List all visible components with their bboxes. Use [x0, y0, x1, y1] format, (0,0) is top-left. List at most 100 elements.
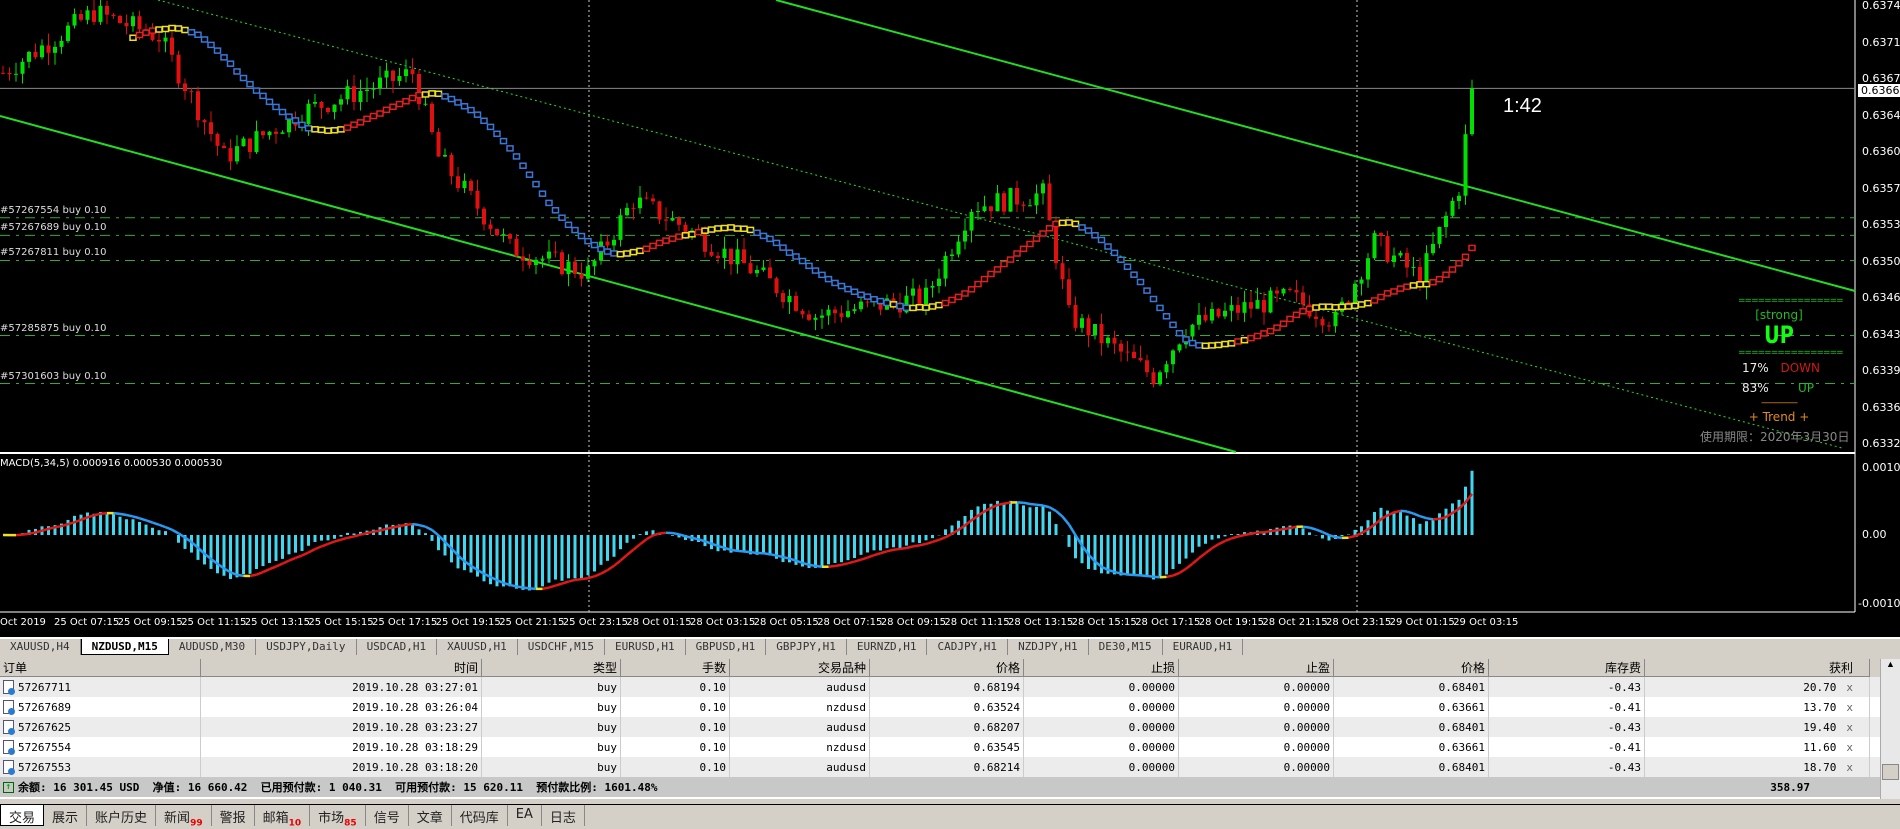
- ma-marker: [460, 103, 469, 110]
- chart-tab[interactable]: DE30,M15: [1089, 639, 1163, 655]
- candle: [397, 67, 402, 86]
- candle: [670, 211, 675, 222]
- terminal-tab[interactable]: 日志: [542, 805, 585, 826]
- column-header[interactable]: 手数: [621, 659, 730, 677]
- column-header[interactable]: 时间: [201, 659, 482, 677]
- column-header[interactable]: 获利: [1645, 659, 1870, 677]
- candle: [729, 248, 733, 275]
- ma-marker: [1318, 303, 1327, 310]
- chart-tab[interactable]: GBPJPY,H1: [766, 639, 847, 655]
- macd-signal-segment: [873, 552, 881, 557]
- candle: [417, 69, 421, 110]
- column-header[interactable]: 类型: [482, 659, 621, 677]
- chart-tab[interactable]: USDCAD,H1: [357, 639, 438, 655]
- chart-tab[interactable]: EURUSD,H1: [605, 639, 686, 655]
- table-row[interactable]: 57267625 2019.10.28 03:23:27 buy 0.10 audusd…: [0, 717, 1900, 737]
- trend-label: + Trend +: [1748, 410, 1810, 424]
- candle: [254, 120, 259, 154]
- close-order-icon[interactable]: x: [1846, 681, 1853, 694]
- ma-marker: [129, 34, 137, 42]
- chart-canvas[interactable]: [0, 0, 1900, 637]
- column-header[interactable]: 订单: [0, 659, 201, 677]
- column-header[interactable]: 止盈: [1179, 659, 1334, 677]
- terminal-tab[interactable]: EA: [508, 805, 542, 826]
- candle: [820, 309, 824, 329]
- candle: [1093, 323, 1097, 340]
- column-header[interactable]: 交易品种: [730, 659, 870, 677]
- channel-lower-line[interactable]: [0, 115, 1237, 453]
- macd-signal-segment: [522, 586, 530, 590]
- chart-tab[interactable]: NZDJPY,H1: [1008, 639, 1089, 655]
- table-scrollbar[interactable]: ▲: [1880, 659, 1900, 799]
- candle: [157, 30, 161, 53]
- macd-signal-segment: [412, 522, 420, 527]
- terminal-tab[interactable]: 交易: [0, 805, 45, 826]
- ma-marker: [363, 115, 371, 123]
- macd-signal-segment: [165, 525, 173, 531]
- ma-marker: [636, 247, 644, 255]
- table-row[interactable]: 57267689 2019.10.28 03:26:04 buy 0.10 nzdusd…: [0, 697, 1900, 717]
- macd-signal-segment: [542, 586, 550, 591]
- ma-marker: [948, 296, 956, 304]
- macd-signal-segment: [1178, 567, 1187, 574]
- chart-tab[interactable]: USDCHF,M15: [518, 639, 606, 655]
- tab-label: 市场: [318, 811, 345, 826]
- terminal-tab[interactable]: 市场85: [310, 805, 366, 829]
- table-row[interactable]: 57267711 2019.10.28 03:27:01 buy 0.10 audusd…: [0, 677, 1900, 697]
- chart-tab[interactable]: CADJPY,H1: [927, 639, 1009, 655]
- ma-marker: [584, 237, 592, 245]
- terminal-tab[interactable]: 文章: [409, 805, 452, 826]
- macd-signal-segment: [516, 585, 524, 589]
- chart-tab[interactable]: GBPUSD,H1: [686, 639, 767, 655]
- macd-signal-segment: [854, 558, 862, 563]
- channel-upper-line[interactable]: [775, 0, 1856, 292]
- candle: [969, 208, 974, 243]
- candle: [105, 0, 109, 25]
- column-header[interactable]: 止损: [1024, 659, 1179, 677]
- column-header[interactable]: 库存费: [1489, 659, 1645, 677]
- terminal-tab[interactable]: 信号: [366, 805, 409, 826]
- ma-marker: [798, 257, 807, 265]
- ma-marker: [330, 127, 339, 134]
- order-line-label: #57267554 buy 0.10: [0, 204, 107, 216]
- macd-signal-segment: [1289, 525, 1297, 530]
- terminal-tab[interactable]: 账户历史: [87, 805, 157, 826]
- terminal-tab[interactable]: 代码库: [452, 805, 508, 826]
- table-cell: 0.10: [621, 677, 730, 697]
- ma-marker: [1409, 282, 1418, 289]
- table-row[interactable]: 57267554 2019.10.28 03:18:29 buy 0.10 nzdusd…: [0, 737, 1900, 757]
- candle: [40, 39, 44, 60]
- table-row[interactable]: 57267553 2019.10.28 03:18:20 buy 0.10 audusd…: [0, 757, 1900, 777]
- cell-value: 0.00000: [1128, 720, 1175, 734]
- column-header[interactable]: 价格: [870, 659, 1024, 677]
- chart-tab[interactable]: AUDUSD,M30: [169, 639, 257, 655]
- price-chart[interactable]: 0.637450.637100.636750.636400.636050.635…: [0, 0, 1900, 637]
- ma-marker: [168, 24, 176, 32]
- terminal-tab[interactable]: 新闻99: [156, 805, 212, 829]
- close-order-icon[interactable]: x: [1846, 761, 1853, 774]
- chart-tab[interactable]: EURNZD,H1: [847, 639, 928, 655]
- terminal-tab[interactable]: 警报: [212, 805, 255, 826]
- ma-marker: [174, 25, 183, 32]
- cell-value: 0.68194: [973, 680, 1020, 694]
- chart-tab[interactable]: XAUUSD,H4: [0, 639, 81, 655]
- chart-tab[interactable]: XAUUSD,H1: [437, 639, 518, 655]
- terminal-tab[interactable]: 展示: [44, 805, 88, 826]
- scroll-thumb[interactable]: [1882, 764, 1899, 780]
- chart-tab[interactable]: NZDUSD,M15: [80, 639, 169, 655]
- candle: [950, 248, 954, 261]
- cell-value: 20.70: [1803, 680, 1837, 694]
- candle: [196, 86, 200, 128]
- close-order-icon[interactable]: x: [1846, 721, 1853, 734]
- column-header[interactable]: 价格: [1334, 659, 1489, 677]
- scroll-up-icon[interactable]: ▲: [1881, 659, 1900, 675]
- ma-marker: [1143, 287, 1151, 294]
- chart-tab[interactable]: USDJPY,Daily: [256, 639, 357, 655]
- close-order-icon[interactable]: x: [1846, 701, 1853, 714]
- channel-middle-line[interactable]: [157, 0, 1843, 449]
- table-cell: 2019.10.28 03:18:20: [201, 757, 482, 777]
- close-order-icon[interactable]: x: [1846, 741, 1853, 754]
- ma-marker: [161, 25, 170, 33]
- terminal-tab[interactable]: 邮箱10: [255, 805, 311, 829]
- chart-tab[interactable]: EURAUD,H1: [1163, 639, 1244, 655]
